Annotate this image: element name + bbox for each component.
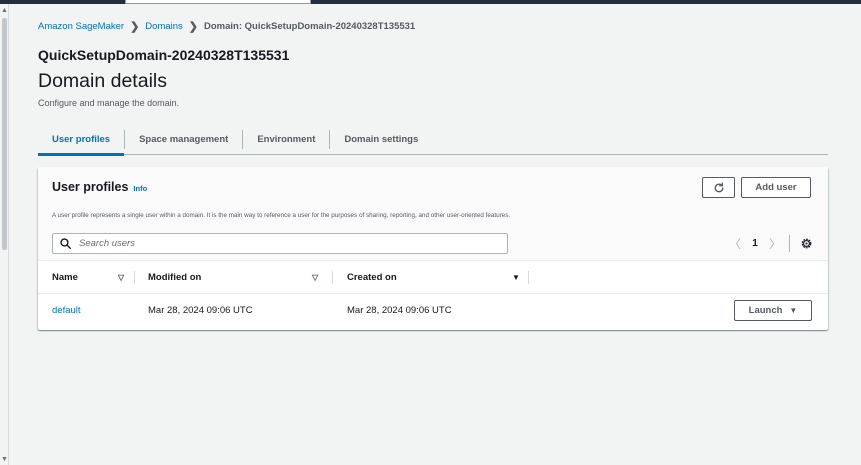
- tab-label: Space management: [139, 134, 229, 145]
- page-number[interactable]: 1: [748, 238, 762, 249]
- domain-name: QuickSetupDomain-20240328T135531: [38, 47, 290, 63]
- info-link[interactable]: Info: [133, 184, 147, 193]
- created-on-cell: Mar 28, 2024 09:06 UTC: [347, 305, 452, 316]
- column-header-label: Name: [52, 272, 78, 283]
- modified-on-cell: Mar 28, 2024 09:06 UTC: [148, 305, 253, 316]
- tab-label: User profiles: [52, 134, 111, 145]
- refresh-icon: [714, 182, 723, 192]
- table-header: Name ▽ Modified on ▽ Created on ▼: [38, 261, 828, 294]
- top-bar: [0, 0, 861, 4]
- tab-user-profiles[interactable]: User profiles: [38, 124, 125, 156]
- tab-space-management[interactable]: Space management: [125, 124, 242, 155]
- scroll-up-icon[interactable]: ▲: [1, 7, 8, 14]
- column-header-modified-on[interactable]: Modified on: [148, 261, 201, 294]
- breadcrumb-domains[interactable]: Domains: [145, 21, 183, 32]
- tab-domain-settings[interactable]: Domain settings: [330, 124, 432, 155]
- panel-title-text: User profiles: [52, 180, 129, 194]
- next-page-icon[interactable]: 〉: [768, 235, 782, 252]
- table-row: default Mar 28, 2024 09:06 UTC Mar 28, 2…: [38, 294, 828, 327]
- panel-description: A user profile represents a single user …: [52, 212, 511, 219]
- launch-label: Launch: [748, 305, 783, 316]
- breadcrumb: Amazon SageMaker ❯ Domains ❯ Domain: Qui…: [38, 20, 415, 33]
- panel-title: User profiles Info: [52, 180, 147, 194]
- gear-icon[interactable]: [799, 237, 813, 251]
- column-header-label: Modified on: [148, 272, 202, 283]
- column-header-created-on[interactable]: Created on: [347, 261, 397, 294]
- chevron-right-icon: ❯: [130, 21, 140, 33]
- sort-icon[interactable]: ▽: [312, 261, 318, 294]
- column-header-name[interactable]: Name: [52, 261, 78, 294]
- tab-bar: User profiles Space management Environme…: [38, 124, 828, 156]
- search-input[interactable]: [79, 238, 499, 249]
- column-header-label: Created on: [347, 272, 397, 283]
- sort-icon[interactable]: ▽: [118, 261, 124, 294]
- pagination: 〈 1 〉: [728, 233, 813, 254]
- top-bar-tab[interactable]: [125, 0, 311, 4]
- tab-environment[interactable]: Environment: [243, 124, 329, 155]
- page-description: Configure and manage the domain.: [38, 98, 180, 108]
- breadcrumb-sagemaker[interactable]: Amazon SageMaker: [38, 21, 124, 32]
- panel-header: User profiles Info A user profile repres…: [38, 167, 828, 261]
- user-profiles-panel: User profiles Info A user profile repres…: [38, 167, 828, 330]
- column-divider[interactable]: [134, 271, 135, 284]
- add-user-button[interactable]: Add user: [741, 177, 811, 198]
- scroll-down-icon[interactable]: ▼: [1, 456, 8, 463]
- sort-icon[interactable]: ▼: [512, 261, 520, 294]
- tab-label: Environment: [257, 134, 316, 145]
- user-profile-name-link[interactable]: default: [52, 294, 81, 327]
- page-title: Domain details: [38, 70, 167, 92]
- search-field[interactable]: [52, 233, 508, 254]
- scrollbar-thumb[interactable]: [2, 18, 7, 250]
- search-icon: [60, 238, 72, 250]
- pagination-divider: [789, 235, 790, 252]
- launch-button[interactable]: Launch ▼: [734, 300, 812, 321]
- left-scrollbar[interactable]: ▲ ▼: [0, 4, 9, 465]
- chevron-right-icon: ❯: [188, 21, 199, 33]
- breadcrumb-current: Domain: QuickSetupDomain-20240328T135531: [204, 21, 416, 32]
- previous-page-icon[interactable]: 〈: [728, 235, 742, 252]
- caret-down-icon: ▼: [789, 306, 798, 315]
- column-divider[interactable]: [528, 271, 529, 284]
- column-divider[interactable]: [332, 271, 333, 284]
- tab-label: Domain settings: [344, 134, 419, 145]
- refresh-button[interactable]: [702, 177, 735, 198]
